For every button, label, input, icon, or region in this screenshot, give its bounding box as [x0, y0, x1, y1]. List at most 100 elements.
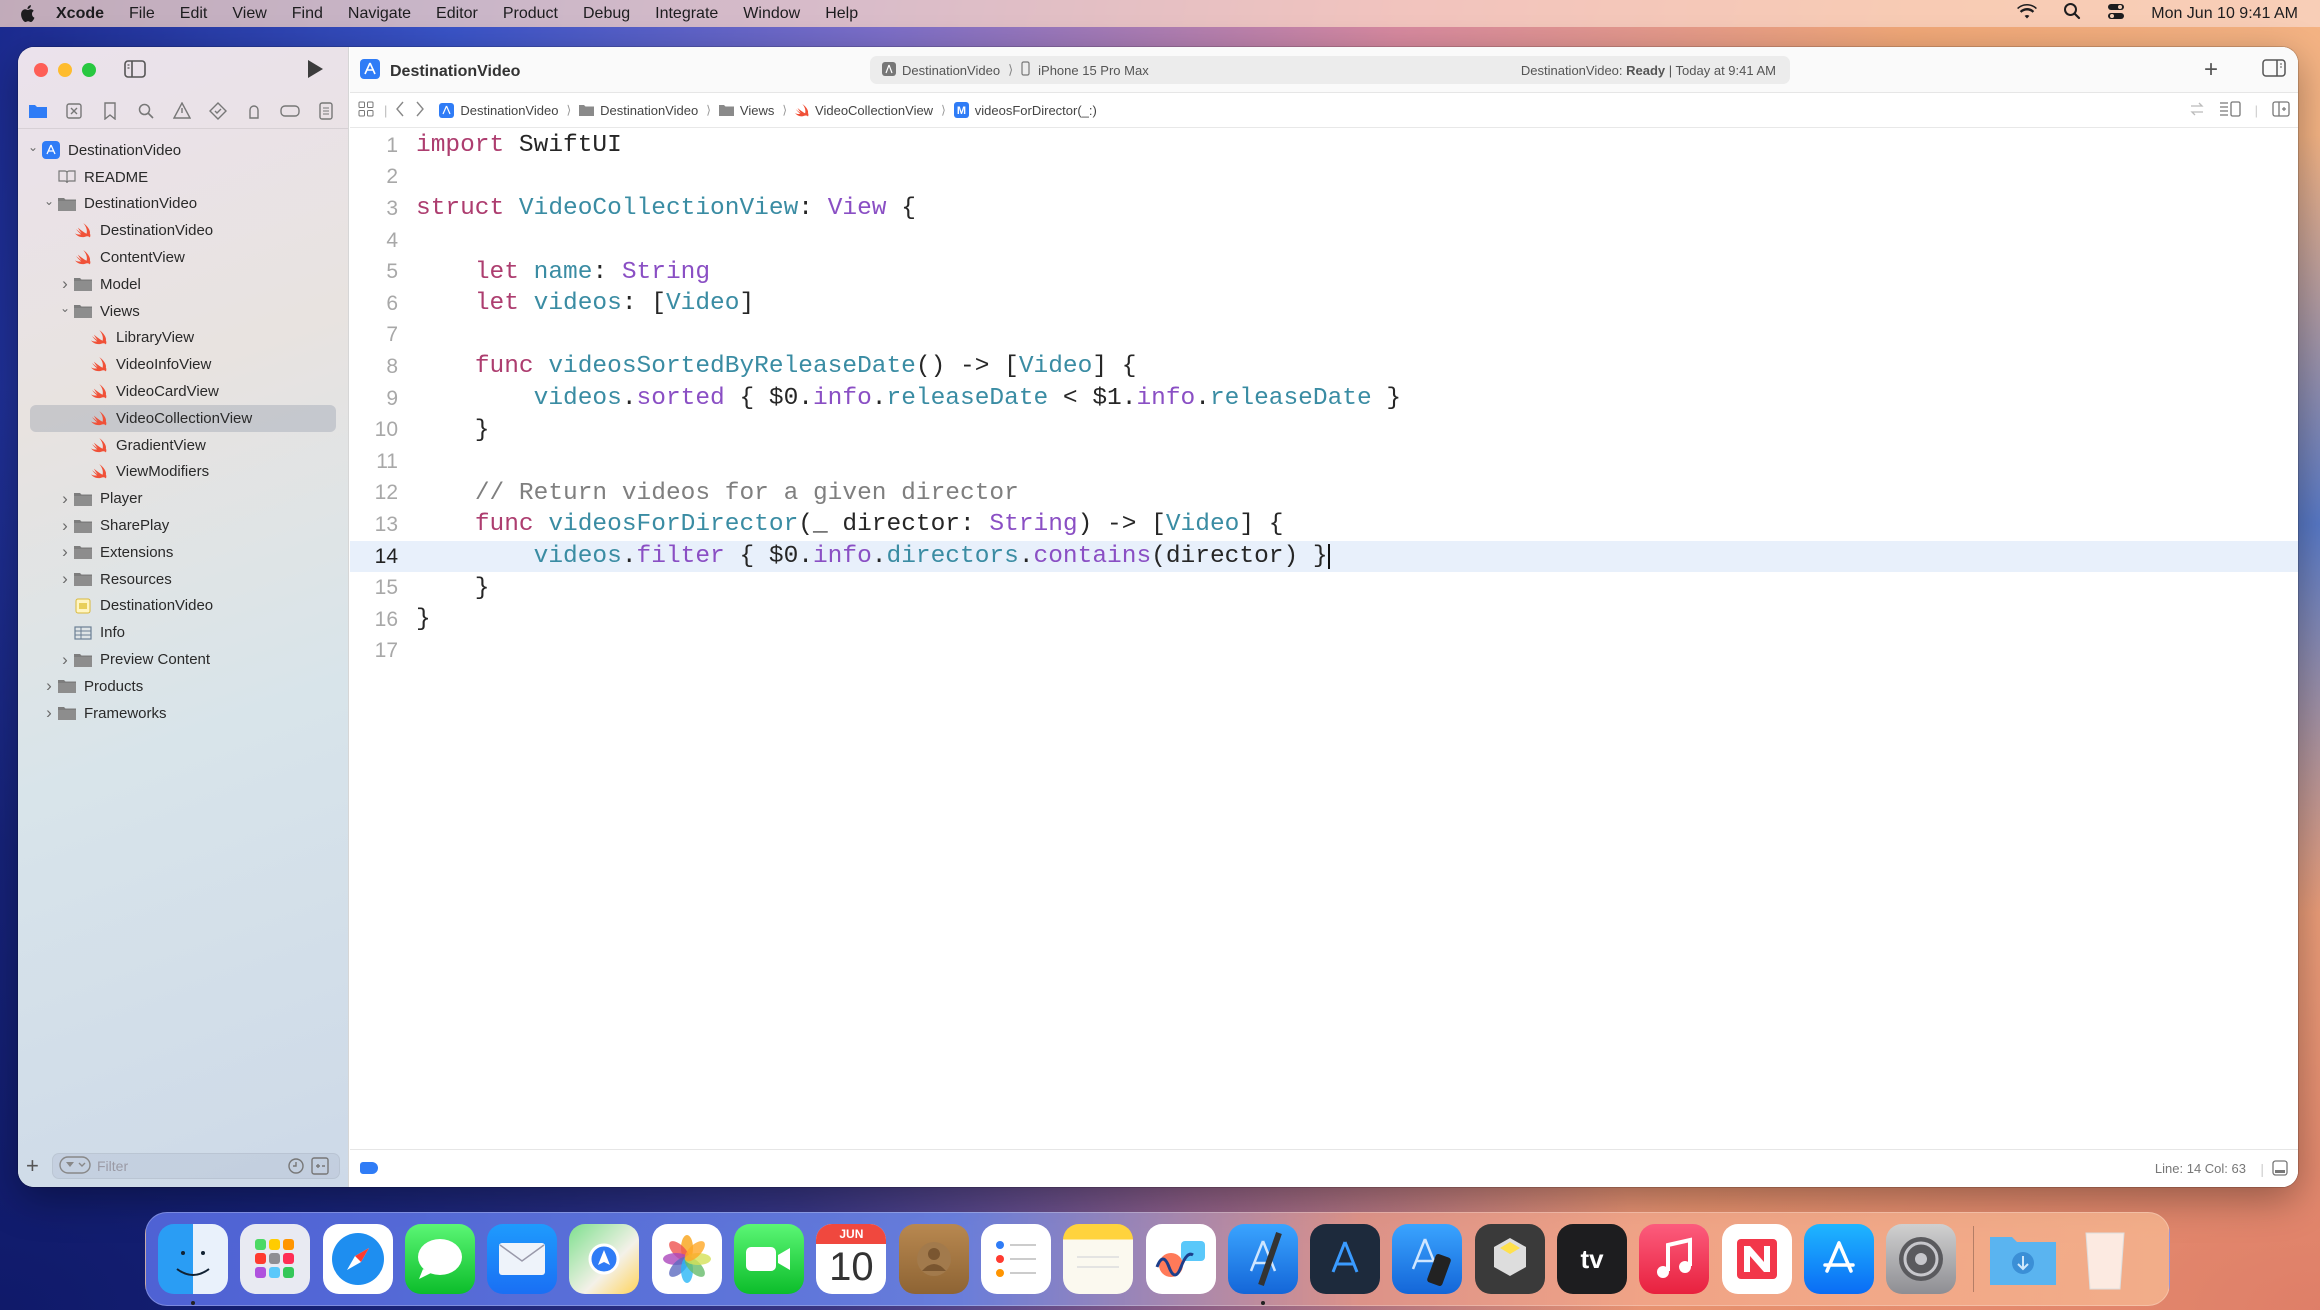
breadcrumb-project[interactable]: DestinationVideo — [439, 102, 558, 118]
dock-safari[interactable] — [322, 1224, 393, 1294]
tree-item[interactable]: GradientView — [18, 432, 348, 459]
tree-item[interactable]: › SharePlay — [18, 512, 348, 539]
breadcrumb-views-folder[interactable]: Views — [718, 103, 774, 118]
dock-news[interactable] — [1721, 1224, 1792, 1294]
minimize-window-button[interactable] — [58, 63, 72, 77]
tree-item[interactable]: › Products — [18, 673, 348, 700]
dock-simulator[interactable] — [1392, 1224, 1463, 1294]
line-number[interactable]: 17 — [350, 639, 398, 663]
tree-item[interactable]: › Preview Content — [18, 646, 348, 673]
dock-mail[interactable] — [487, 1224, 558, 1294]
debug-area-toggle-icon[interactable] — [2272, 1160, 2288, 1181]
dock-instruments[interactable] — [1310, 1224, 1381, 1294]
tree-item[interactable]: › Model — [18, 271, 348, 298]
adjust-editor-options-icon[interactable] — [2219, 101, 2241, 120]
breadcrumb-file[interactable]: VideoCollectionView — [795, 103, 933, 118]
find-navigator-tab[interactable] — [128, 97, 164, 125]
breadcrumb-method[interactable]: MvideosForDirector(_:) — [953, 102, 1097, 118]
source-control-navigator-tab[interactable] — [56, 97, 92, 125]
tree-item[interactable]: VideoInfoView — [18, 351, 348, 378]
forward-arrow-icon[interactable] — [415, 101, 425, 120]
project-navigator-tab[interactable] — [20, 97, 56, 125]
dock-finder[interactable] — [158, 1224, 228, 1305]
code-line[interactable]: 14 videos. filter { $0. info. directors. con… — [350, 540, 2298, 573]
chevron-right-icon[interactable]: › — [58, 569, 72, 589]
tree-item[interactable]: VideoCollectionView — [18, 404, 348, 432]
code-line[interactable]: 3 struct VideoCollectionView: View { — [350, 193, 2298, 225]
code-line[interactable]: 13 func videosForDirector (_ director: St… — [350, 509, 2298, 541]
tree-item[interactable]: DestinationVideo — [18, 593, 348, 620]
dock-contacts[interactable] — [898, 1224, 969, 1294]
run-button[interactable] — [306, 59, 324, 84]
zoom-window-button[interactable] — [82, 63, 96, 77]
dock-launchpad[interactable] — [240, 1224, 311, 1294]
add-file-button[interactable]: + — [26, 1153, 39, 1179]
tree-item[interactable]: README — [18, 164, 348, 191]
wifi-icon[interactable] — [2017, 3, 2038, 24]
code-line[interactable]: 7 — [350, 320, 2298, 352]
run-destination-selector[interactable]: iPhone 15 Pro Max — [1038, 63, 1149, 78]
line-number[interactable]: 9 — [350, 387, 398, 411]
chevron-right-icon[interactable]: › — [58, 516, 72, 536]
line-number[interactable]: 10 — [350, 418, 398, 442]
test-navigator-tab[interactable] — [200, 97, 236, 125]
filter-options-icon[interactable] — [59, 1155, 91, 1177]
chevron-right-icon[interactable]: › — [58, 274, 72, 294]
debug-navigator-tab[interactable] — [236, 97, 272, 125]
menu-product[interactable]: Product — [503, 5, 558, 23]
dock-facetime[interactable] — [734, 1224, 805, 1294]
line-number[interactable]: 11 — [350, 450, 398, 474]
line-number[interactable]: 5 — [350, 260, 398, 284]
dock-notes[interactable] — [1063, 1224, 1134, 1294]
dock-app-store[interactable] — [1803, 1224, 1874, 1294]
code-line[interactable]: 9 videos. sorted { $0. info. releaseDate < … — [350, 383, 2298, 415]
tree-item[interactable]: › Extensions — [18, 539, 348, 566]
recent-files-icon[interactable] — [287, 1157, 305, 1178]
chevron-right-icon[interactable]: › — [58, 650, 72, 670]
dock-calendar[interactable]: JUN 10 — [816, 1224, 887, 1294]
dock-music[interactable] — [1639, 1224, 1710, 1294]
tree-item[interactable]: ContentView — [18, 244, 348, 271]
code-line[interactable]: 12 // Return videos for a given director — [350, 478, 2298, 510]
spotlight-search-icon[interactable] — [2063, 2, 2081, 25]
dock-reality-composer[interactable] — [1474, 1224, 1545, 1294]
line-number[interactable]: 14 — [350, 545, 398, 569]
dock-tv[interactable]: tv — [1557, 1224, 1628, 1294]
navigator-filter-input[interactable]: Filter — [52, 1153, 340, 1179]
dock-system-settings[interactable] — [1886, 1224, 1957, 1294]
tree-item[interactable]: LibraryView — [18, 325, 348, 352]
menu-integrate[interactable]: Integrate — [655, 5, 718, 23]
inspector-toggle-icon[interactable] — [2262, 58, 2286, 82]
menu-editor[interactable]: Editor — [436, 5, 478, 23]
dock-maps[interactable] — [569, 1224, 640, 1294]
menu-view[interactable]: View — [232, 5, 266, 23]
chevron-right-icon[interactable]: › — [42, 703, 56, 723]
line-number[interactable]: 4 — [350, 229, 398, 253]
code-line[interactable]: 16} — [350, 604, 2298, 636]
breadcrumb-group[interactable]: DestinationVideo — [579, 103, 698, 118]
add-editor-icon[interactable] — [2272, 101, 2290, 120]
menu-edit[interactable]: Edit — [180, 5, 208, 23]
menu-window[interactable]: Window — [743, 5, 800, 23]
menu-debug[interactable]: Debug — [583, 5, 630, 23]
apple-menu-icon[interactable] — [16, 4, 38, 23]
report-navigator-tab[interactable] — [308, 97, 344, 125]
dock-photos[interactable] — [651, 1224, 722, 1294]
tree-item[interactable]: ⌄ DestinationVideo — [18, 191, 348, 218]
chevron-down-icon[interactable]: ⌄ — [58, 301, 72, 315]
code-line[interactable]: 2 — [350, 162, 2298, 194]
menu-clock[interactable]: Mon Jun 10 9:41 AM — [2151, 5, 2298, 23]
tree-item[interactable]: › Frameworks — [18, 700, 348, 727]
bookmark-navigator-tab[interactable] — [92, 97, 128, 125]
chevron-right-icon[interactable]: › — [58, 489, 72, 509]
tree-item[interactable]: ViewModifiers — [18, 459, 348, 486]
line-number[interactable]: 2 — [350, 165, 398, 189]
line-number[interactable]: 15 — [350, 576, 398, 600]
menu-navigate[interactable]: Navigate — [348, 5, 411, 23]
line-number[interactable]: 12 — [350, 481, 398, 505]
chevron-right-icon[interactable]: › — [42, 676, 56, 696]
line-number[interactable]: 13 — [350, 513, 398, 537]
line-number[interactable]: 8 — [350, 355, 398, 379]
line-number[interactable]: 16 — [350, 608, 398, 632]
control-center-icon[interactable] — [2107, 3, 2125, 25]
